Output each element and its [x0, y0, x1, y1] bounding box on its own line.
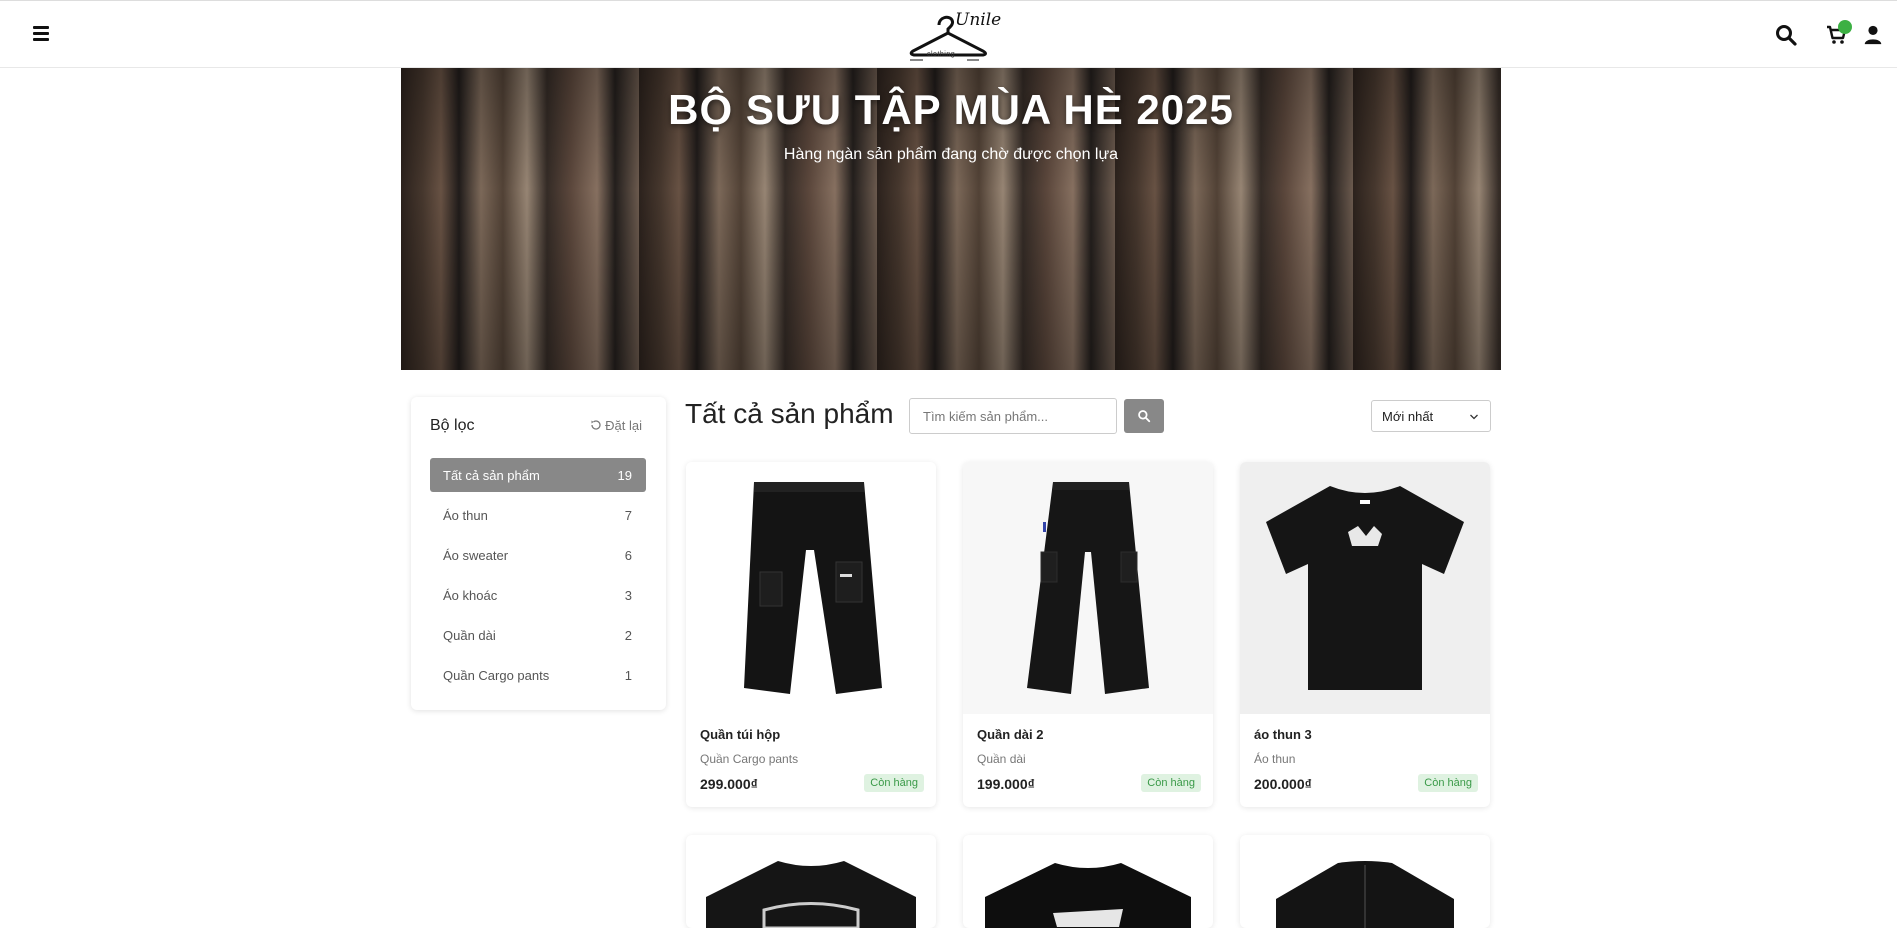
product-price: 299.000₫	[700, 776, 758, 792]
product-name: áo thun 3	[1254, 727, 1312, 742]
site-header: Unile clothing	[0, 0, 1897, 68]
category-name: Quần dài	[443, 628, 496, 643]
reset-icon	[590, 420, 601, 430]
category-item-ao-sweater[interactable]: Áo sweater 6	[430, 538, 646, 572]
product-image	[686, 462, 936, 714]
category-name: Tất cả sản phẩm	[443, 468, 540, 483]
stock-badge: Còn hàng	[1141, 774, 1201, 792]
product-card[interactable]: Quần túi hộp Quần Cargo pants 299.000₫ C…	[686, 462, 936, 807]
chevron-down-icon	[1470, 414, 1478, 420]
banner-subtitle: Hàng ngàn sản phẩm đang chờ được chọn lự…	[783, 146, 1119, 163]
category-item-quan-cargo[interactable]: Quần Cargo pants 1	[430, 658, 646, 692]
hero-banner: BỘ SƯU TẬP MÙA HÈ 2025 Hàng ngàn sản phẩ…	[401, 68, 1501, 370]
search-input[interactable]	[909, 398, 1117, 434]
product-name: Quần dài 2	[977, 727, 1044, 742]
search-button[interactable]	[1124, 399, 1164, 433]
tshirt-image	[1266, 486, 1464, 690]
category-name: Áo khoác	[443, 588, 498, 603]
product-category: Áo thun	[1254, 752, 1296, 766]
category-count: 6	[624, 548, 632, 563]
reset-filter-button[interactable]: Đặt lại	[590, 418, 642, 433]
product-image	[985, 863, 1191, 928]
product-name: Quần túi hộp	[700, 727, 781, 742]
product-card[interactable]	[686, 835, 936, 928]
category-count: 19	[617, 468, 632, 483]
user-icon[interactable]	[1862, 23, 1884, 47]
category-item-all[interactable]: Tất cả sản phẩm 19	[430, 458, 646, 492]
product-card[interactable]	[1240, 835, 1490, 928]
product-card[interactable]	[963, 835, 1213, 928]
category-item-ao-khoac[interactable]: Áo khoác 3	[430, 578, 646, 612]
sort-select[interactable]: Mới nhất	[1371, 400, 1491, 432]
category-count: 1	[624, 668, 632, 683]
reset-filter-label: Đặt lại	[605, 418, 642, 433]
filter-title: Bộ lọc	[430, 417, 475, 434]
search-icon[interactable]	[1774, 23, 1798, 47]
category-name: Áo sweater	[443, 548, 509, 563]
hamburger-menu-icon[interactable]	[30, 23, 52, 45]
category-count: 7	[624, 508, 632, 523]
category-item-ao-thun[interactable]: Áo thun 7	[430, 498, 646, 532]
stock-badge: Còn hàng	[1418, 774, 1478, 792]
category-name: Áo thun	[443, 508, 488, 523]
product-image	[963, 462, 1213, 714]
product-category: Quần Cargo pants	[700, 752, 799, 766]
logo-tagline: clothing	[927, 51, 956, 58]
logo-wordmark: Unile	[955, 10, 1002, 30]
product-image	[1276, 861, 1454, 928]
category-count: 2	[624, 628, 632, 643]
banner-title: BỘ SƯU TẬP MÙA HÈ 2025	[668, 86, 1234, 133]
product-card[interactable]: áo thun 3 Áo thun 200.000₫ Còn hàng	[1240, 462, 1490, 807]
cargo-pants-image	[744, 482, 882, 694]
sort-value: Mới nhất	[1382, 409, 1434, 424]
category-item-quan-dai[interactable]: Quần dài 2	[430, 618, 646, 652]
page-title: Tất cả sản phẩm	[685, 398, 894, 429]
product-price: 199.000₫	[977, 776, 1035, 792]
category-count: 3	[624, 588, 632, 603]
product-image	[1240, 462, 1490, 714]
product-price: 200.000₫	[1254, 776, 1312, 792]
category-name: Quần Cargo pants	[443, 668, 550, 683]
filter-panel: Bộ lọc Đặt lại Tất cả sản phẩm 19 Áo thu…	[411, 397, 666, 710]
cart-badge	[1838, 20, 1852, 34]
product-category: Quần dài	[977, 752, 1026, 766]
long-pants-image	[1027, 482, 1149, 694]
product-image	[706, 861, 916, 928]
product-card[interactable]: Quần dài 2 Quần dài 199.000₫ Còn hàng	[963, 462, 1213, 807]
search-icon	[1138, 410, 1151, 423]
stock-badge: Còn hàng	[864, 774, 924, 792]
